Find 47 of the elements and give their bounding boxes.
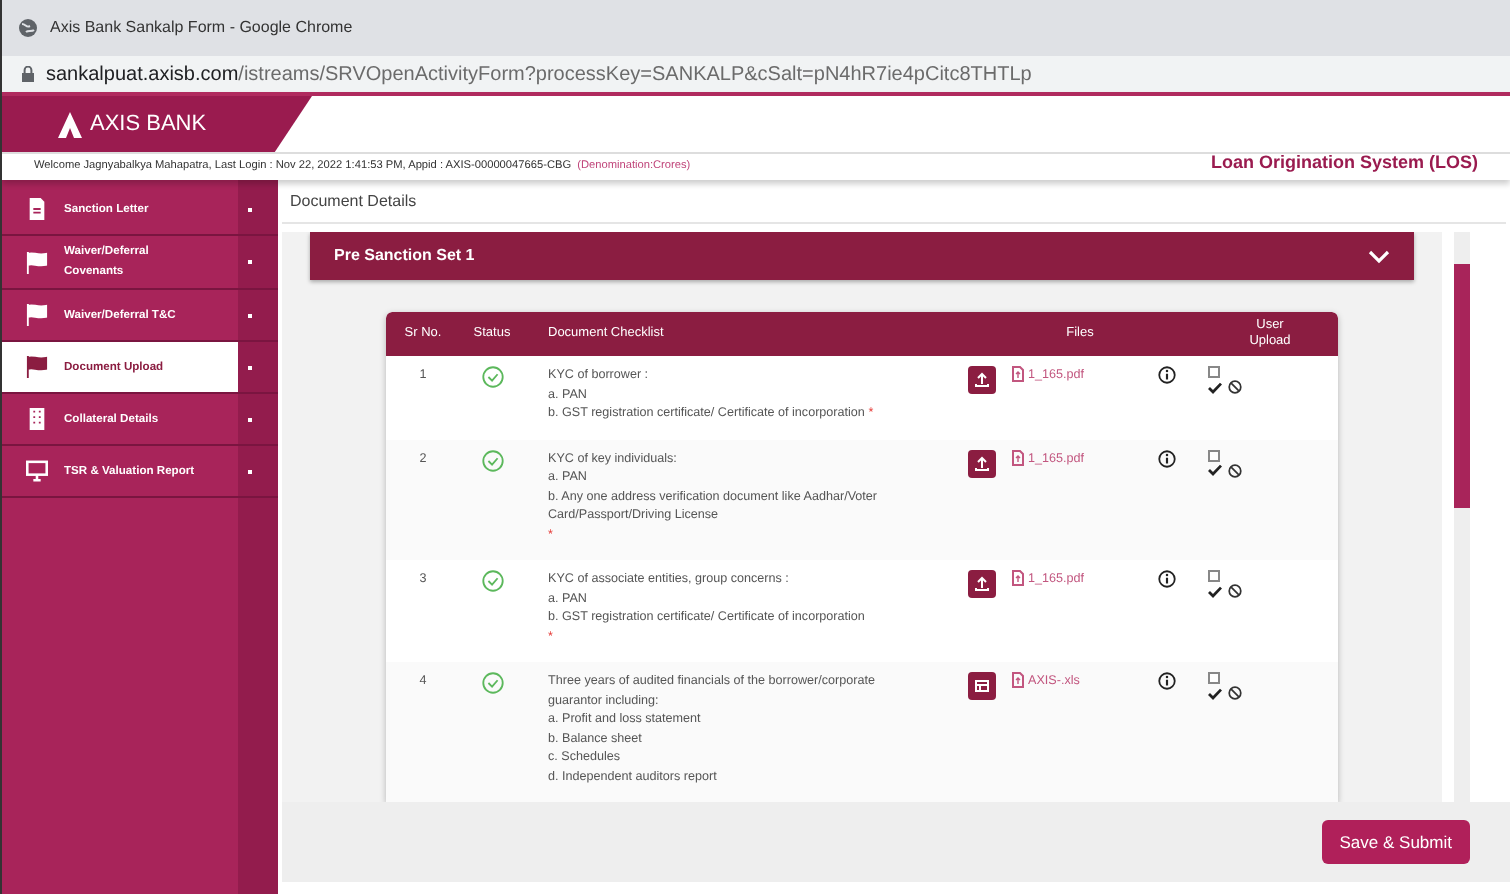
- upload-button[interactable]: [968, 366, 996, 394]
- upload-button[interactable]: [968, 570, 996, 598]
- info-icon[interactable]: [1157, 570, 1175, 588]
- url-text: sankalpuat.axisb.com/istreams/SRVOpenActivityForm?processKey=SANKALP&cSalt=pN4hR7ie4pCitc8THTLp: [46, 61, 1032, 89]
- document-icon: [26, 198, 48, 220]
- building-icon: [26, 408, 48, 430]
- window-title: Axis Bank Sankalp Form - Google Chrome: [50, 16, 353, 40]
- reject-icon[interactable]: [1228, 584, 1242, 598]
- save-submit-button[interactable]: Save & Submit: [1321, 820, 1470, 864]
- file-icon: [1012, 570, 1024, 586]
- flag-icon: [26, 251, 48, 273]
- approve-icon[interactable]: [1208, 585, 1222, 597]
- upload-icon: [974, 576, 990, 592]
- approve-icon[interactable]: [1208, 381, 1222, 393]
- upload-icon: [974, 372, 990, 388]
- logo-icon: [58, 111, 82, 137]
- approve-icon[interactable]: [1208, 687, 1222, 699]
- spreadsheet-button[interactable]: [968, 672, 996, 700]
- reject-icon[interactable]: [1228, 380, 1242, 394]
- flag-icon: [26, 356, 48, 378]
- upload-checkbox[interactable]: [1208, 366, 1220, 378]
- upload-checkbox[interactable]: [1208, 570, 1220, 582]
- monitor-icon: [26, 460, 48, 482]
- page-title: Document Details: [290, 189, 417, 213]
- lock-icon: [22, 66, 34, 82]
- upload-button[interactable]: [968, 449, 996, 477]
- table-icon: [974, 678, 990, 694]
- reject-icon[interactable]: [1228, 463, 1242, 477]
- system-name: Loan Origination System (LOS): [1210, 149, 1478, 176]
- info-icon[interactable]: [1157, 366, 1175, 384]
- brand-logo: AXIS BANK: [2, 96, 312, 152]
- upload-checkbox[interactable]: [1208, 672, 1220, 684]
- upload-icon: [974, 455, 990, 471]
- flag-icon: [26, 304, 48, 326]
- globe-icon: [18, 18, 38, 38]
- info-icon[interactable]: [1157, 449, 1175, 467]
- upload-checkbox[interactable]: [1208, 449, 1220, 461]
- chevron-icon: [1368, 249, 1390, 263]
- file-icon: [1012, 366, 1024, 382]
- scrollbar-thumb[interactable]: [1454, 264, 1470, 508]
- info-icon[interactable]: [1157, 672, 1175, 690]
- reject-icon[interactable]: [1228, 686, 1242, 700]
- address-bar[interactable]: sankalpuat.axisb.com/istreams/SRVOpenActivityForm?processKey=SANKALP&cSalt=pN4hR7ie4pCitc8THTLp: [2, 56, 1510, 92]
- file-icon: [1012, 449, 1024, 465]
- approve-icon[interactable]: [1208, 464, 1222, 476]
- section-header[interactable]: Pre Sanction Set 1: [310, 232, 1414, 280]
- file-icon: [1012, 672, 1024, 688]
